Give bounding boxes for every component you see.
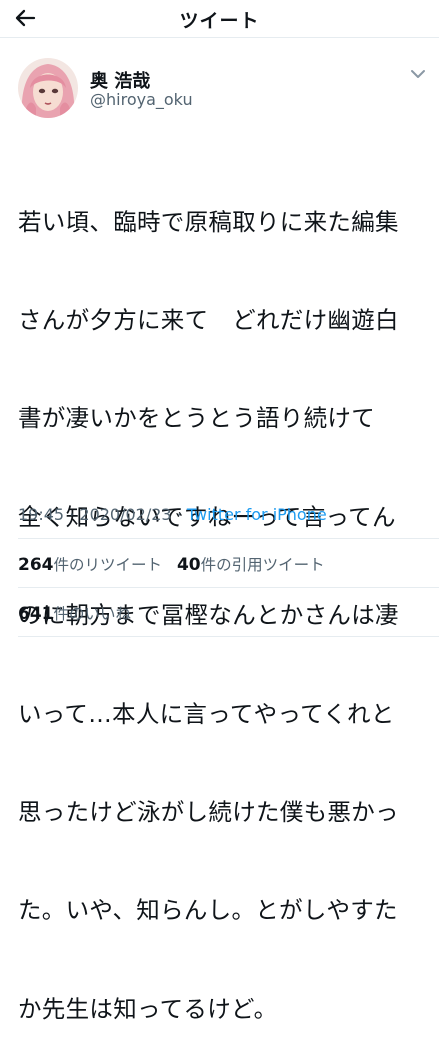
quote-label: 件の引用ツイート [200,556,325,574]
tweet-time[interactable]: 19:45 [18,505,64,524]
stats-divider-middle [18,587,439,588]
retweets-stat[interactable]: 264件のリツイート [18,555,163,575]
like-count: 641 [18,604,54,624]
top-bar: ツイート [0,0,439,36]
tweet-line: さんが夕方に来て どれだけ幽遊白 [18,305,399,334]
likes-stat[interactable]: 641件のいいね [18,604,132,624]
stats-divider-bottom [18,636,439,637]
avatar[interactable] [18,58,78,118]
tweet-line: 思ったけど泳がし続けた僕も悪かっ [18,797,399,826]
avatar-illustration [18,58,78,118]
tweet-line: 若い頃、臨時で原稿取りに来た編集 [18,207,399,236]
tweet-meta: 19:45 · 2020/02/23 · Twitter for iPhone [18,505,327,524]
author-handle[interactable]: @hiroya_oku [90,90,193,109]
tweet-line: 書が凄いかをとうとう語り続けて [18,404,375,433]
meta-separator: · [69,505,75,524]
tweet-line: た。いや、知らんし。とがしやすた [18,896,398,925]
stats-divider-top [18,538,439,539]
tweet-source-link[interactable]: Twitter for iPhone [187,505,327,524]
tweet-line: いって…本人に言ってやってくれと [18,699,395,728]
chevron-down-icon [411,70,425,78]
retweet-count: 264 [18,555,54,575]
more-options-button[interactable] [408,66,428,82]
page-title: ツイート [179,10,260,32]
like-label: 件のいいね [53,605,132,623]
tweet-line: か先生は知ってるけど。 [18,994,278,1023]
tweet-stats-row: 264件のリツイート 40件の引用ツイート [18,553,325,575]
tweet-author: 奥 浩哉 @hiroya_oku [18,58,428,118]
tweet-text: 若い頃、臨時で原稿取りに来た編集 さんが夕方に来て どれだけ幽遊白 書が凄いかを… [18,140,428,1058]
meta-separator: · [176,505,182,524]
quotes-stat[interactable]: 40件の引用ツイート [176,555,325,575]
header-divider [0,37,439,38]
likes-row: 641件のいいね [18,602,131,624]
quote-count: 40 [176,555,201,575]
tweet-date[interactable]: 2020/02/23 [79,505,171,524]
retweet-label: 件のリツイート [53,556,163,574]
